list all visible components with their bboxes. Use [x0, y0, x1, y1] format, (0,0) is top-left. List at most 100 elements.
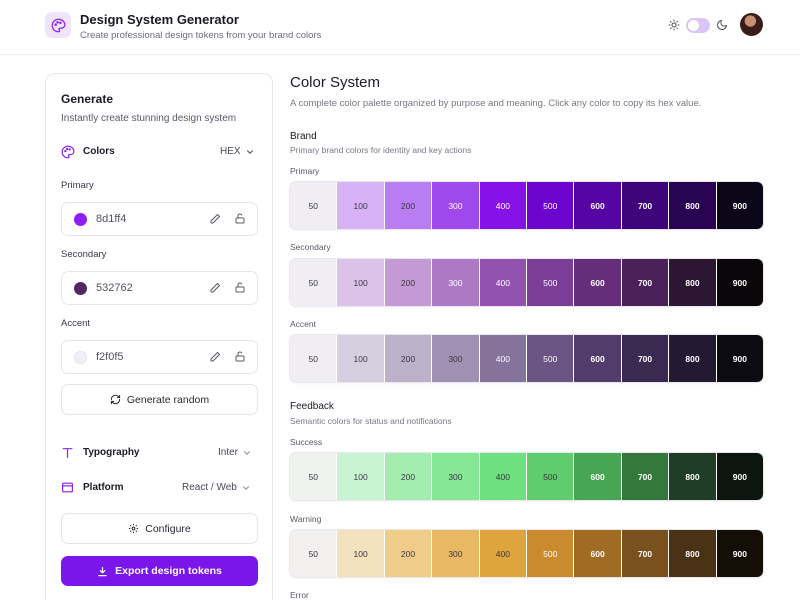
- chevron-down-icon: [246, 149, 253, 154]
- configure-button[interactable]: Configure: [61, 513, 258, 544]
- color-swatch-50[interactable]: 50: [290, 335, 338, 382]
- gear-icon: [129, 523, 139, 534]
- secondary-label: Secondary: [61, 249, 107, 260]
- platform-value: React / Web: [182, 482, 237, 493]
- color-swatch-400[interactable]: 400: [479, 335, 528, 382]
- color-swatch-900[interactable]: 900: [716, 335, 763, 382]
- color-swatch-200[interactable]: 200: [384, 453, 433, 500]
- color-swatch-700[interactable]: 700: [621, 182, 670, 229]
- accent-color-dot[interactable]: [74, 351, 87, 364]
- accent-hex-input[interactable]: f2f0f5: [96, 351, 124, 363]
- accent-color-field[interactable]: f2f0f5: [61, 340, 258, 374]
- color-swatch-800[interactable]: 800: [669, 453, 717, 500]
- primary-hex-input[interactable]: 8d1ff4: [96, 213, 126, 225]
- color-swatch-50[interactable]: 50: [290, 182, 338, 229]
- color-swatch-100[interactable]: 100: [337, 530, 385, 577]
- brand-group-description: Primary brand colors for identity and ke…: [290, 145, 472, 155]
- typography-label: Typography: [83, 447, 140, 458]
- color-swatch-50[interactable]: 50: [290, 259, 338, 306]
- app-title: Design System Generator: [80, 12, 239, 27]
- generate-random-label: Generate random: [126, 393, 210, 406]
- platform-select[interactable]: React / Web: [182, 482, 251, 493]
- color-swatch-600[interactable]: 600: [574, 335, 622, 382]
- color-swatch-200[interactable]: 200: [384, 530, 433, 577]
- primary-color-dot[interactable]: [74, 213, 87, 226]
- user-avatar[interactable]: [740, 13, 763, 36]
- typography-select[interactable]: Inter: [218, 447, 252, 458]
- color-swatch-100[interactable]: 100: [337, 182, 385, 229]
- color-swatch-900[interactable]: 900: [716, 182, 763, 229]
- accent-scale-label: Accent: [290, 319, 316, 329]
- pencil-icon[interactable]: [209, 282, 221, 294]
- palette-icon: [61, 145, 75, 159]
- color-swatch-100[interactable]: 100: [337, 335, 385, 382]
- color-swatch-500[interactable]: 500: [527, 453, 575, 500]
- format-value: HEX: [220, 146, 241, 157]
- pencil-icon[interactable]: [209, 213, 221, 225]
- color-swatch-400[interactable]: 400: [479, 453, 528, 500]
- accent-label: Accent: [61, 318, 91, 329]
- export-design-tokens-button[interactable]: Export design tokens: [61, 556, 258, 586]
- generate-random-button[interactable]: Generate random: [61, 384, 258, 415]
- color-swatch-800[interactable]: 800: [669, 259, 717, 306]
- unlock-icon[interactable]: [234, 281, 246, 294]
- color-swatch-800[interactable]: 800: [669, 530, 717, 577]
- palette-logo-icon: [45, 12, 71, 38]
- warning-scale-label: Warning: [290, 514, 322, 524]
- primary-color-field[interactable]: 8d1ff4: [61, 202, 258, 236]
- color-swatch-900[interactable]: 900: [716, 259, 763, 306]
- color-swatch-100[interactable]: 100: [337, 453, 385, 500]
- download-icon: [98, 566, 107, 576]
- theme-toggle[interactable]: [686, 18, 710, 33]
- success-color-scale: 50 100 200 300 400 500 600 700 800 900: [290, 453, 763, 500]
- chevron-down-icon: [243, 450, 251, 455]
- color-swatch-400[interactable]: 400: [479, 182, 528, 229]
- platform-label: Platform: [83, 482, 124, 493]
- color-swatch-300[interactable]: 300: [432, 530, 480, 577]
- unlock-icon[interactable]: [234, 350, 246, 363]
- color-swatch-200[interactable]: 200: [384, 335, 433, 382]
- color-swatch-800[interactable]: 800: [669, 335, 717, 382]
- color-swatch-700[interactable]: 700: [621, 530, 670, 577]
- secondary-color-dot[interactable]: [74, 282, 87, 295]
- secondary-color-scale: 50 100 200 300 400 500 600 700 800 900: [290, 259, 763, 306]
- chevron-down-icon: [242, 485, 249, 490]
- app-header: Design System Generator Create professio…: [0, 0, 800, 55]
- unlock-icon[interactable]: [234, 212, 246, 225]
- color-swatch-100[interactable]: 100: [337, 259, 385, 306]
- color-swatch-200[interactable]: 200: [384, 182, 433, 229]
- color-swatch-600[interactable]: 600: [574, 182, 622, 229]
- color-swatch-500[interactable]: 500: [527, 259, 575, 306]
- color-swatch-700[interactable]: 700: [621, 453, 670, 500]
- color-swatch-700[interactable]: 700: [621, 335, 670, 382]
- color-swatch-50[interactable]: 50: [290, 530, 338, 577]
- color-swatch-400[interactable]: 400: [479, 259, 528, 306]
- color-swatch-600[interactable]: 600: [574, 530, 622, 577]
- color-swatch-300[interactable]: 300: [432, 335, 480, 382]
- color-swatch-500[interactable]: 500: [527, 335, 575, 382]
- pencil-icon[interactable]: [209, 351, 221, 363]
- colors-label: Colors: [83, 146, 115, 157]
- color-swatch-50[interactable]: 50: [290, 453, 338, 500]
- color-swatch-300[interactable]: 300: [432, 453, 480, 500]
- color-swatch-900[interactable]: 900: [716, 530, 763, 577]
- color-swatch-600[interactable]: 600: [574, 453, 622, 500]
- configure-label: Configure: [145, 522, 191, 535]
- color-swatch-300[interactable]: 300: [432, 259, 480, 306]
- color-swatch-400[interactable]: 400: [479, 530, 528, 577]
- secondary-color-field[interactable]: 532762: [61, 271, 258, 305]
- color-swatch-300[interactable]: 300: [432, 182, 480, 229]
- color-swatch-900[interactable]: 900: [716, 453, 763, 500]
- color-swatch-600[interactable]: 600: [574, 259, 622, 306]
- page-description: A complete color palette organized by pu…: [290, 98, 702, 109]
- format-select[interactable]: HEX: [220, 146, 255, 157]
- color-swatch-500[interactable]: 500: [527, 182, 575, 229]
- typography-icon: [62, 448, 73, 458]
- color-swatch-700[interactable]: 700: [621, 259, 670, 306]
- color-swatch-500[interactable]: 500: [527, 530, 575, 577]
- feedback-group-description: Semantic colors for status and notificat…: [290, 416, 452, 426]
- color-swatch-200[interactable]: 200: [384, 259, 433, 306]
- export-label: Export design tokens: [115, 565, 222, 577]
- secondary-hex-input[interactable]: 532762: [96, 282, 133, 294]
- color-swatch-800[interactable]: 800: [669, 182, 717, 229]
